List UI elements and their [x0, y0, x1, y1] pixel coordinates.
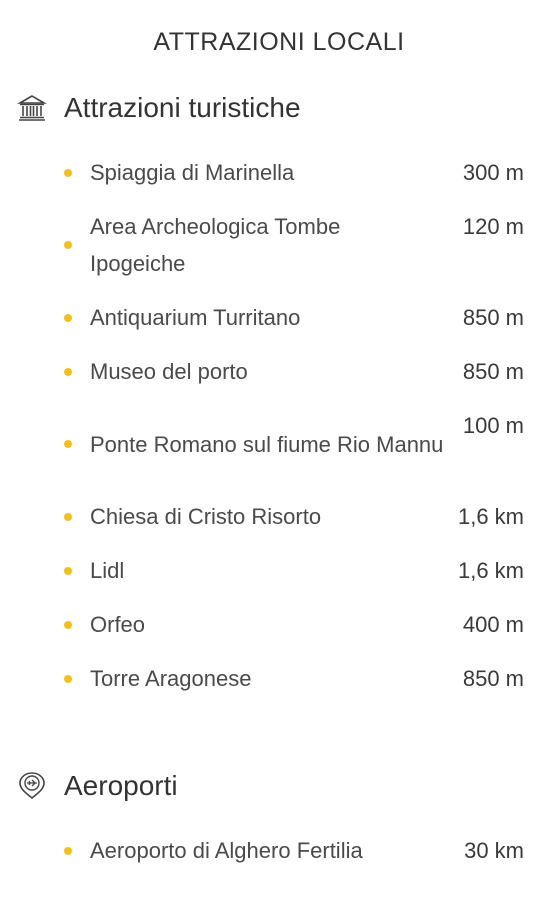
list-item: Ponte Romano sul fiume Rio Mannu 100 m: [60, 407, 524, 481]
list-item: Lidl 1,6 km: [60, 552, 524, 589]
section-title: Aeroporti: [64, 770, 178, 801]
list-item: Chiesa di Cristo Risorto 1,6 km: [60, 498, 524, 535]
list-item: Museo del porto 850 m: [60, 353, 524, 390]
bullet-icon: [64, 440, 72, 448]
item-name: Torre Aragonese: [90, 666, 252, 691]
item-distance: 300 m: [462, 160, 524, 185]
item-distance: 400 m: [462, 612, 524, 637]
item-name: Museo del porto: [90, 359, 248, 384]
bullet-icon: [64, 168, 72, 177]
item-name: Aeroporto di Alghero Fertilia: [90, 838, 363, 863]
item-distance: 1,6 km: [457, 558, 524, 583]
bullet-icon: [64, 620, 72, 629]
list-item: Orfeo 400 m: [60, 606, 524, 643]
airports-list: Aeroporto di Alghero Fertilia 30 km: [60, 832, 524, 869]
item-name: Lidl: [90, 558, 125, 583]
page-title: ATTRAZIONI LOCALI: [153, 28, 405, 56]
item-distance: 30 km: [464, 838, 524, 863]
item-name: Orfeo: [90, 612, 146, 637]
section-title: Attrazioni turistiche: [64, 92, 301, 123]
section-header-airports: Aeroporti: [16, 770, 178, 802]
bullet-icon: [64, 674, 72, 683]
item-name: Spiaggia di Marinella: [90, 160, 295, 185]
item-distance: 100 m: [462, 413, 524, 438]
item-name: Ponte Romano sul fiume Rio Mannu: [90, 431, 444, 457]
list-item: Spiaggia di Marinella 300 m: [60, 154, 524, 191]
list-item: Torre Aragonese 850 m: [60, 660, 524, 697]
attractions-list: Spiaggia di Marinella 300 m Area Archeol…: [60, 154, 524, 697]
section-header-attractions: Attrazioni turistiche: [16, 92, 301, 124]
item-distance: 850 m: [462, 305, 524, 330]
bullet-icon: [64, 566, 72, 575]
bullet-icon: [64, 512, 72, 521]
item-distance: 120 m: [462, 214, 524, 239]
airport-icon: [16, 770, 48, 802]
bullet-icon: [64, 313, 72, 322]
item-distance: 850 m: [462, 359, 524, 384]
list-item: Area Archeologica Tombe Ipogeiche 120 m: [60, 208, 524, 282]
item-name: Chiesa di Cristo Risorto: [90, 504, 322, 529]
item-distance: 850 m: [462, 666, 524, 691]
list-item: Antiquarium Turritano 850 m: [60, 299, 524, 336]
item-name: Antiquarium Turritano: [90, 305, 301, 330]
museum-icon: [16, 92, 48, 124]
bullet-icon: [64, 846, 72, 855]
item-distance: 1,6 km: [457, 504, 524, 529]
item-name: Area Archeologica Tombe Ipogeiche: [90, 214, 341, 276]
list-item: Aeroporto di Alghero Fertilia 30 km: [60, 832, 524, 869]
bullet-icon: [64, 367, 72, 376]
bullet-icon: [64, 241, 72, 249]
